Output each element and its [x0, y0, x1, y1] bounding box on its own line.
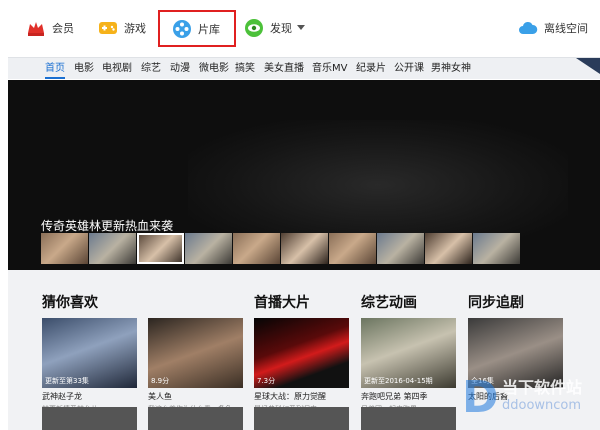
watermark-text: 当下软件站 [502, 378, 583, 397]
banner-thumbnail[interactable] [41, 233, 88, 264]
category-open-course[interactable]: 公开课 [394, 58, 424, 79]
member-nav-item[interactable]: 会员 [26, 0, 74, 55]
video-poster[interactable]: 更新至2016-04-15期 [361, 318, 456, 388]
category-home[interactable]: 首页 [45, 58, 65, 79]
banner-thumbnail[interactable] [329, 233, 376, 264]
video-poster[interactable]: 8.9分 [148, 318, 243, 388]
video-card[interactable]: 更新至第33集 武神赵子龙 林更新情系林允儿 [42, 318, 137, 414]
site-watermark: D 当下软件站 ddoowncom [462, 368, 600, 428]
corner-tag [576, 58, 600, 74]
hero-banner[interactable]: 传奇英雄林更新热血来袭 [8, 80, 600, 270]
category-documentary[interactable]: 纪录片 [356, 58, 386, 79]
video-badge: 更新至2016-04-15期 [364, 377, 433, 385]
video-poster-next-row[interactable] [254, 407, 349, 430]
video-poster[interactable]: 7.3分 [254, 318, 349, 388]
category-movies[interactable]: 电影 [74, 58, 94, 79]
crown-icon [28, 21, 44, 36]
banner-thumbnail[interactable] [185, 233, 232, 264]
category-music-mv[interactable]: 音乐MV [312, 58, 347, 79]
category-bar: 首页 电影 电视剧 综艺 动漫 微电影 搞笑 美女直播 音乐MV 纪录片 公开课… [8, 57, 600, 79]
banner-thumbnail-selected[interactable] [137, 233, 184, 264]
category-anime[interactable]: 动漫 [170, 58, 190, 79]
watermark-url: ddoowncom [502, 398, 582, 413]
video-poster-next-row[interactable] [148, 407, 243, 430]
chevron-down-icon [297, 25, 305, 30]
gamepad-icon [99, 21, 117, 34]
banner-thumbnail[interactable] [89, 233, 136, 264]
section-title-sync[interactable]: 同步追剧 [468, 292, 524, 312]
video-title[interactable]: 奔跑吧兄弟 第四季 [361, 391, 456, 402]
watermark-logo-icon: D [462, 372, 499, 423]
section-title-premiere[interactable]: 首播大片 [254, 292, 310, 312]
offline-space-label: 离线空间 [544, 21, 588, 35]
offline-space-nav-item[interactable]: 离线空间 [518, 0, 588, 55]
games-label: 游戏 [124, 21, 146, 35]
video-title[interactable]: 星球大战：原力觉醒 [254, 391, 349, 402]
discover-label: 发现 [270, 21, 292, 35]
library-nav-item[interactable]: 片库 [158, 10, 236, 47]
category-tv-series[interactable]: 电视剧 [102, 58, 132, 79]
video-poster-next-row[interactable] [361, 407, 456, 430]
video-badge: 更新至第33集 [45, 377, 89, 385]
discover-nav-item[interactable]: 发现 [244, 0, 305, 55]
category-funny[interactable]: 搞笑 [235, 58, 255, 79]
video-card[interactable]: 8.9分 美人鱼 我这么美你为什么看一条鱼 [148, 318, 243, 414]
member-label: 会员 [52, 21, 74, 35]
games-nav-item[interactable]: 游戏 [98, 0, 146, 55]
category-idols[interactable]: 男神女神 [431, 58, 471, 79]
banner-thumbnail[interactable] [281, 233, 328, 264]
category-beauty-live[interactable]: 美女直播 [264, 58, 304, 79]
video-poster-next-row[interactable] [42, 407, 137, 430]
banner-thumbnail[interactable] [233, 233, 280, 264]
banner-thumbnail[interactable] [425, 233, 472, 264]
category-micro-film[interactable]: 微电影 [199, 58, 229, 79]
banner-title[interactable]: 传奇英雄林更新热血来袭 [41, 217, 173, 234]
video-card[interactable]: 7.3分 星球大战：原力觉醒 最经典科幻系列归来 [254, 318, 349, 414]
banner-thumbnail-strip [41, 233, 520, 264]
section-title-guess[interactable]: 猜你喜欢 [42, 292, 98, 312]
section-title-variety[interactable]: 综艺动画 [361, 292, 417, 312]
banner-thumbnail[interactable] [377, 233, 424, 264]
film-reel-icon [173, 19, 191, 38]
video-poster[interactable]: 更新至第33集 [42, 318, 137, 388]
banner-thumbnail[interactable] [473, 233, 520, 264]
video-title[interactable]: 美人鱼 [148, 391, 243, 402]
banner-image [188, 120, 568, 250]
library-label: 片库 [198, 22, 220, 36]
eye-icon [245, 18, 263, 37]
category-variety[interactable]: 综艺 [141, 58, 161, 79]
video-badge: 7.3分 [257, 377, 276, 385]
video-card[interactable]: 更新至2016-04-15期 奔跑吧兄弟 第四季 兄弟团一起来跑男 [361, 318, 456, 414]
cloud-icon [519, 21, 538, 34]
video-badge: 8.9分 [151, 377, 170, 385]
video-title[interactable]: 武神赵子龙 [42, 391, 137, 402]
top-nav: 会员 游戏 片库 发现 离线空间 [0, 0, 600, 55]
